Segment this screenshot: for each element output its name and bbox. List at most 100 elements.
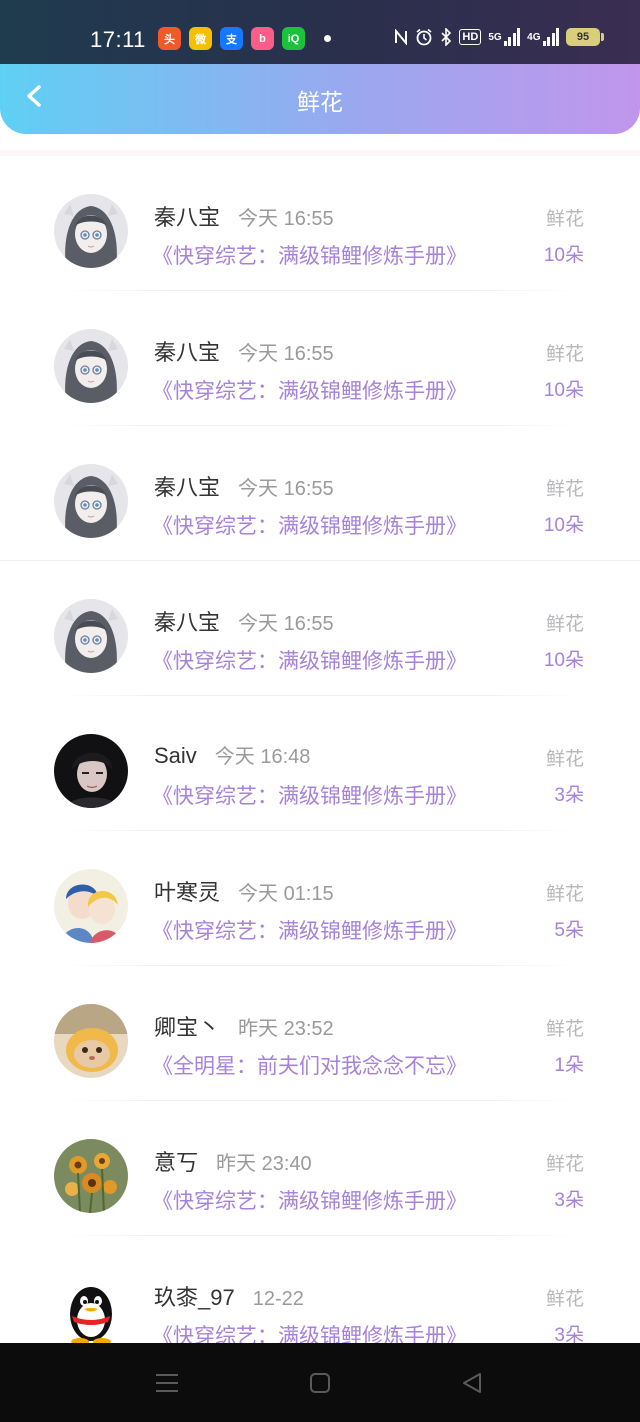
weibo-icon: 微 <box>189 27 212 50</box>
gift-count: 1朵 <box>554 1055 584 1076</box>
signal-5g-icon: 5G <box>488 28 521 46</box>
user-info-line: 玖桼_97 12-22 <box>154 1280 304 1312</box>
list-item[interactable]: 玖桼_97 12-22 《快穿综艺：满级锦鲤修炼手册》 鲜花 3朵 <box>0 1236 640 1343</box>
avatar[interactable] <box>54 329 128 403</box>
gift-type-label: 鲜花 <box>545 344 584 365</box>
user-name[interactable]: 玖桼_97 <box>154 1280 235 1312</box>
gift-type-label: 鲜花 <box>545 1154 584 1175</box>
user-name[interactable]: 秦八宝 <box>154 200 220 232</box>
gift-time: 今天 01:15 <box>238 883 334 905</box>
avatar[interactable] <box>54 734 128 808</box>
avatar[interactable] <box>54 1139 128 1213</box>
user-name[interactable]: Saiv <box>154 743 197 769</box>
user-info-line: 秦八宝 今天 16:55 <box>154 605 334 637</box>
user-info-line: 卿宝丶 昨天 23:52 <box>154 1010 334 1042</box>
system-navigation-bar <box>0 1343 640 1422</box>
gift-time: 昨天 23:40 <box>216 1153 312 1175</box>
gift-time: 今天 16:48 <box>214 746 311 768</box>
status-time: 17:11 <box>90 27 146 52</box>
gift-time: 今天 16:55 <box>238 208 334 230</box>
list-item[interactable]: 秦八宝 今天 16:55 《快穿综艺：满级锦鲤修炼手册》 鲜花 10朵 <box>0 426 640 561</box>
network-4g-label: 4G <box>527 31 541 43</box>
back-triangle-icon <box>463 1373 481 1393</box>
gift-count: 3朵 <box>554 785 584 806</box>
user-info-line: 意丂 昨天 23:40 <box>154 1145 312 1177</box>
user-info-line: 秦八宝 今天 16:55 <box>154 335 334 367</box>
book-title-link[interactable]: 《全明星：前夫们对我念念不忘》 <box>152 1050 467 1080</box>
book-title-link[interactable]: 《快穿综艺：满级锦鲤修炼手册》 <box>152 510 467 540</box>
book-title-link[interactable]: 《快穿综艺：满级锦鲤修炼手册》 <box>152 780 467 810</box>
avatar[interactable] <box>54 194 128 268</box>
gift-type-label: 鲜花 <box>545 749 584 770</box>
home-square-icon <box>310 1373 330 1393</box>
alipay-icon: 支 <box>220 27 243 50</box>
book-title-link[interactable]: 《快穿综艺：满级锦鲤修炼手册》 <box>152 1185 467 1215</box>
user-info-line: 秦八宝 今天 16:55 <box>154 200 334 232</box>
gift-time: 昨天 23:52 <box>238 1018 334 1040</box>
bluetooth-icon <box>440 28 452 46</box>
gift-type-label: 鲜花 <box>545 1019 584 1040</box>
gift-time: 12-22 <box>252 1288 304 1310</box>
hd-voice-badge: HD <box>459 29 482 45</box>
signal-4g-icon: 4G <box>527 28 559 46</box>
alarm-icon <box>415 28 433 46</box>
avatar[interactable] <box>54 464 128 538</box>
gift-type-label: 鲜花 <box>545 1289 584 1310</box>
system-status-icons: HD 5G 4G 95 <box>394 28 604 46</box>
page-header: 鲜花 <box>0 64 640 134</box>
notification-app-icons: 头微支 b iQ <box>158 27 305 50</box>
list-item[interactable]: 叶寒灵 今天 01:15 《快穿综艺：满级锦鲤修炼手册》 鲜花 5朵 <box>0 831 640 966</box>
user-info-line: Saiv 今天 16:48 <box>154 740 310 769</box>
gift-count: 10朵 <box>543 380 584 401</box>
gift-time: 今天 16:55 <box>238 343 334 365</box>
bilibili-icon: b <box>251 27 274 50</box>
book-title-link[interactable]: 《快穿综艺：满级锦鲤修炼手册》 <box>152 375 467 405</box>
avatar[interactable] <box>54 1274 128 1343</box>
gift-type-label: 鲜花 <box>545 209 584 230</box>
book-title-link[interactable]: 《快穿综艺：满级锦鲤修炼手册》 <box>152 645 467 675</box>
list-item[interactable]: 秦八宝 今天 16:55 《快穿综艺：满级锦鲤修炼手册》 鲜花 10朵 <box>0 561 640 696</box>
back-nav-button[interactable] <box>458 1369 486 1397</box>
gift-type-label: 鲜花 <box>545 479 584 500</box>
gift-count: 3朵 <box>554 1325 584 1343</box>
menu-button[interactable] <box>153 1369 181 1397</box>
gift-time: 今天 16:55 <box>238 478 334 500</box>
avatar[interactable] <box>54 599 128 673</box>
gift-time: 今天 16:55 <box>238 613 334 635</box>
gift-count: 3朵 <box>554 1190 584 1211</box>
toutiao-icon: 头 <box>158 27 181 50</box>
user-name[interactable]: 意丂 <box>154 1145 198 1177</box>
avatar[interactable] <box>54 869 128 943</box>
more-notifications-dot <box>324 35 331 42</box>
nfc-icon <box>394 29 408 45</box>
battery-icon: 95 <box>566 28 604 46</box>
list-item[interactable]: Saiv 今天 16:48 《快穿综艺：满级锦鲤修炼手册》 鲜花 3朵 <box>0 696 640 831</box>
gift-type-label: 鲜花 <box>545 614 584 635</box>
list-item[interactable]: 秦八宝 今天 16:55 《快穿综艺：满级锦鲤修炼手册》 鲜花 10朵 <box>0 156 640 291</box>
gift-count: 10朵 <box>543 515 584 536</box>
user-name[interactable]: 秦八宝 <box>154 605 220 637</box>
user-name[interactable]: 卿宝丶 <box>154 1010 220 1042</box>
user-info-line: 秦八宝 今天 16:55 <box>154 470 334 502</box>
user-name[interactable]: 秦八宝 <box>154 335 220 367</box>
gift-count: 10朵 <box>543 245 584 266</box>
menu-icon <box>156 1374 178 1392</box>
flower-record-list[interactable]: 秦八宝 今天 16:55 《快穿综艺：满级锦鲤修炼手册》 鲜花 10朵 秦八宝 今天 16:… <box>0 150 640 1343</box>
book-title-link[interactable]: 《快穿综艺：满级锦鲤修炼手册》 <box>152 915 467 945</box>
network-5g-label: 5G <box>488 31 502 43</box>
user-name[interactable]: 叶寒灵 <box>154 875 220 907</box>
list-item[interactable]: 卿宝丶 昨天 23:52 《全明星：前夫们对我念念不忘》 鲜花 1朵 <box>0 966 640 1101</box>
book-title-link[interactable]: 《快穿综艺：满级锦鲤修炼手册》 <box>152 1320 467 1343</box>
iqiyi-icon: iQ <box>282 27 305 50</box>
book-title-link[interactable]: 《快穿综艺：满级锦鲤修炼手册》 <box>152 240 467 270</box>
avatar[interactable] <box>54 1004 128 1078</box>
home-button[interactable] <box>306 1369 334 1397</box>
status-bar: 17:11 头微支 b iQ HD 5G 4G 95 <box>0 0 640 64</box>
list-item[interactable]: 秦八宝 今天 16:55 《快穿综艺：满级锦鲤修炼手册》 鲜花 10朵 <box>0 291 640 426</box>
user-name[interactable]: 秦八宝 <box>154 470 220 502</box>
gift-count: 5朵 <box>554 920 584 941</box>
list-item[interactable]: 意丂 昨天 23:40 《快穿综艺：满级锦鲤修炼手册》 鲜花 3朵 <box>0 1101 640 1236</box>
page-title: 鲜花 <box>297 89 343 115</box>
gift-count: 10朵 <box>543 650 584 671</box>
user-info-line: 叶寒灵 今天 01:15 <box>154 875 334 907</box>
